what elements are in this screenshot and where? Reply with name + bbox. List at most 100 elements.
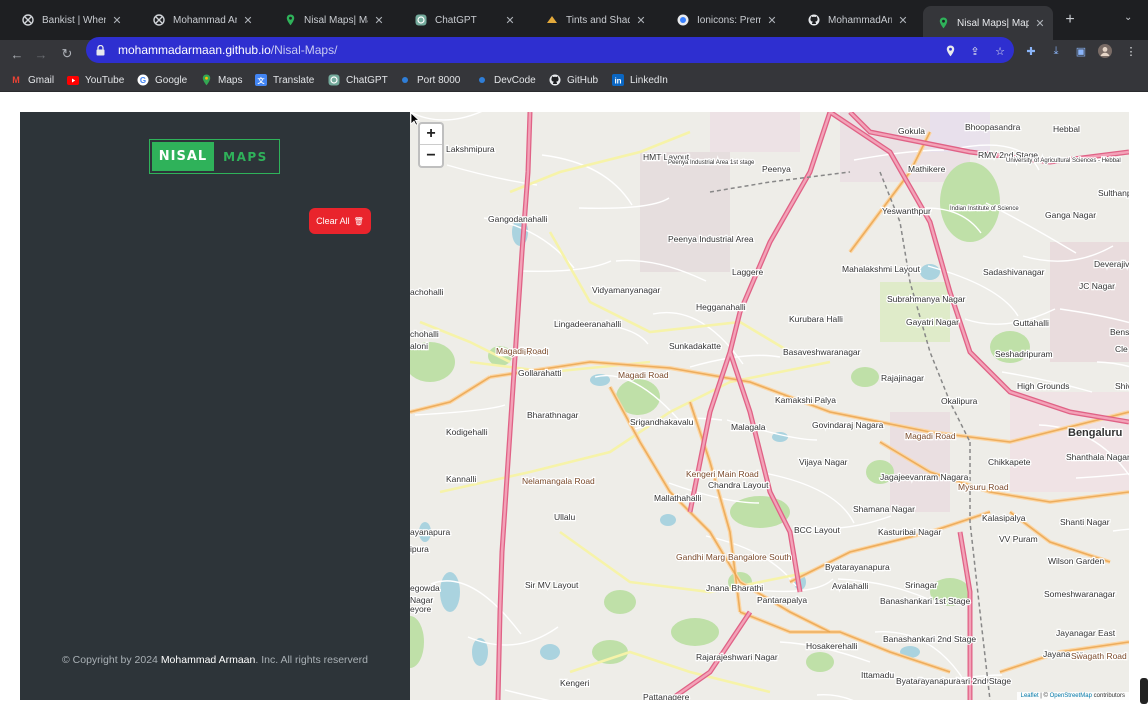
copyright-suffix: . Inc. All rights reserverd — [255, 654, 368, 666]
tab-search-icon[interactable]: ⌄ — [1124, 12, 1132, 23]
scrollbar-thumb[interactable] — [1140, 678, 1148, 704]
tab-title: Nisal Maps| Maps — [304, 14, 368, 26]
browser-tab[interactable]: Tints and Shades ✕ — [532, 8, 654, 32]
map-place-label: Peenya Industrial Area — [668, 234, 754, 244]
bookmark-item[interactable]: YouTube — [67, 73, 124, 87]
map-place-label: Benson To — [1110, 327, 1129, 337]
map-container[interactable]: Lakshmipura HMT Layout Peenya Industrial A… — [410, 112, 1129, 700]
map-place-label: Rajarajeshwari Nagar — [696, 652, 778, 662]
map-place-label: Bangalore South — [728, 552, 792, 562]
map-place-label: Jnana Bharathi — [706, 583, 763, 593]
close-tab-icon[interactable]: ✕ — [1033, 16, 1047, 30]
clear-all-button[interactable]: Clear All 🗑 — [309, 208, 371, 234]
map-place-label: Kannalli — [446, 474, 476, 484]
map-place-label: Lingadeeranahalli — [554, 319, 621, 329]
map-place-label: Srigandhakavalu — [630, 417, 694, 427]
close-tab-icon[interactable]: ✕ — [241, 13, 255, 27]
bookmark-item[interactable]: GitHub — [549, 73, 598, 87]
map-place-label: Shivaj — [1115, 381, 1129, 391]
close-tab-icon[interactable]: ✕ — [765, 13, 779, 27]
menu-kebab-icon[interactable]: ⋮ — [1124, 44, 1138, 58]
map-place-label: Malagala — [731, 422, 766, 432]
map-place-label: Deverajiva — [1094, 259, 1129, 269]
map-place-label: Ullalu — [554, 512, 576, 522]
map-tiles[interactable]: LakshmipuraHMT LayoutPeenya Industrial A… — [410, 112, 1129, 700]
bookmark-item[interactable]: ChatGPT — [328, 73, 388, 87]
bookmark-star-icon[interactable]: ☆ — [993, 44, 1007, 58]
map-place-label: Hebbal — [1053, 124, 1080, 134]
address-bar[interactable]: mohammadarmaan.github.io/Nisal-Maps/ — [86, 37, 1014, 63]
map-place-label: Indian Institute of Science — [950, 206, 1019, 212]
map-park-area — [806, 652, 834, 672]
browser-tab[interactable]: Nisal Maps| Maps ✕ — [270, 8, 392, 32]
bookmark-label: Maps — [218, 74, 243, 86]
map-place-label: Rajajinagar — [881, 373, 924, 383]
reload-icon[interactable]: ↻ — [58, 45, 76, 63]
map-water-body — [660, 514, 676, 526]
url-host: mohammadarmaan.github.io — [118, 43, 271, 57]
browser-tab[interactable]: Ionicons: Premium ✕ — [663, 8, 785, 32]
map-place-label: chohalli — [410, 329, 439, 339]
map-landuse-area — [1010, 392, 1129, 492]
bookmark-item[interactable]: M Gmail — [10, 73, 54, 87]
bookmark-item[interactable]: Maps — [200, 73, 242, 87]
map-place-label: Mysuru Road — [958, 482, 1009, 492]
side-panel-icon[interactable]: ▣ — [1074, 44, 1088, 58]
new-tab-button[interactable]: + — [1060, 10, 1080, 30]
browser-tab[interactable]: Mohammad Armaan ✕ — [139, 8, 261, 32]
map-place-label: Mathikere — [908, 164, 946, 174]
close-tab-icon[interactable]: ✕ — [503, 13, 517, 27]
map-attribution: Leaflet | © OpenStreetMap contributors — [1016, 692, 1129, 700]
browser-tab[interactable]: MohammadArmaan ✕ — [794, 8, 916, 32]
maps-icon — [200, 74, 212, 86]
zoom-in-button[interactable]: + — [420, 124, 442, 145]
forward-icon[interactable]: → — [32, 45, 50, 63]
bookmark-item[interactable]: 文 Translate — [255, 73, 314, 87]
browser-tab[interactable]: ChatGPT ✕ — [401, 8, 523, 32]
map-place-label: Vijaya Nagar — [799, 457, 848, 467]
leaflet-link[interactable]: Leaflet — [1021, 693, 1039, 699]
back-icon[interactable]: ← — [8, 45, 26, 63]
map-place-label: Swagath Road — [1071, 651, 1127, 661]
map-place-label: Gokula — [898, 126, 925, 136]
bookmark-item[interactable]: G Google — [137, 73, 187, 87]
copyright-prefix: © Copyright by 2024 — [62, 654, 161, 666]
map-place-label: Ittamadu — [861, 670, 894, 680]
map-place-label: JC Nagar — [1079, 281, 1115, 291]
bookmark-item[interactable]: in LinkedIn — [612, 73, 668, 87]
share-icon[interactable]: ⇪ — [968, 44, 982, 58]
extensions-icon[interactable]: ✚ — [1024, 44, 1038, 58]
close-tab-icon[interactable]: ✕ — [634, 13, 648, 27]
download-icon[interactable]: ⤓ — [1049, 44, 1063, 58]
close-tab-icon[interactable]: ✕ — [372, 13, 386, 27]
bookmark-label: DevCode — [494, 74, 536, 86]
chatgpt-icon — [415, 14, 427, 26]
map-place-label: Byatarayanapura — [896, 676, 961, 686]
profile-avatar[interactable] — [1098, 44, 1112, 58]
mouse-cursor-icon — [410, 112, 420, 126]
browser-tab[interactable]: Bankist | When Bankin ✕ — [8, 8, 130, 32]
bookmark-label: YouTube — [85, 74, 125, 86]
map-place-label: Kurubara Halli — [789, 314, 843, 324]
map-place-label: eyore — [410, 604, 432, 614]
zoom-out-button[interactable]: − — [420, 145, 442, 166]
map-place-label: Pattanagere — [643, 692, 690, 700]
page-content: NISAL MAPS Clear All 🗑 © Copyright by 20… — [0, 92, 1148, 720]
sidebar: NISAL MAPS Clear All 🗑 © Copyright by 20… — [20, 112, 410, 700]
osm-link[interactable]: OpenStreetMap — [1050, 693, 1092, 699]
bookmark-label: GitHub — [567, 74, 599, 86]
bookmark-item[interactable]: DevCode — [476, 73, 536, 87]
lock-icon[interactable] — [96, 44, 108, 56]
location-icon[interactable] — [943, 44, 957, 58]
map-place-label: Byatarayanapura — [825, 562, 890, 572]
close-tab-icon[interactable]: ✕ — [896, 13, 910, 27]
close-tab-icon[interactable]: ✕ — [110, 13, 124, 27]
bookmark-item[interactable]: Port 8000 — [399, 73, 460, 87]
attribution-separator: | © — [1038, 693, 1050, 699]
gmail-icon: M — [12, 75, 20, 85]
map-place-label: Avalahalli — [832, 581, 868, 591]
map-place-label: Sunkadakatte — [669, 341, 721, 351]
url-path: /Nisal-Maps/ — [270, 43, 338, 57]
youtube-icon — [67, 74, 79, 86]
browser-tab[interactable]: Nisal Maps| Maps ✕ — [923, 6, 1053, 40]
